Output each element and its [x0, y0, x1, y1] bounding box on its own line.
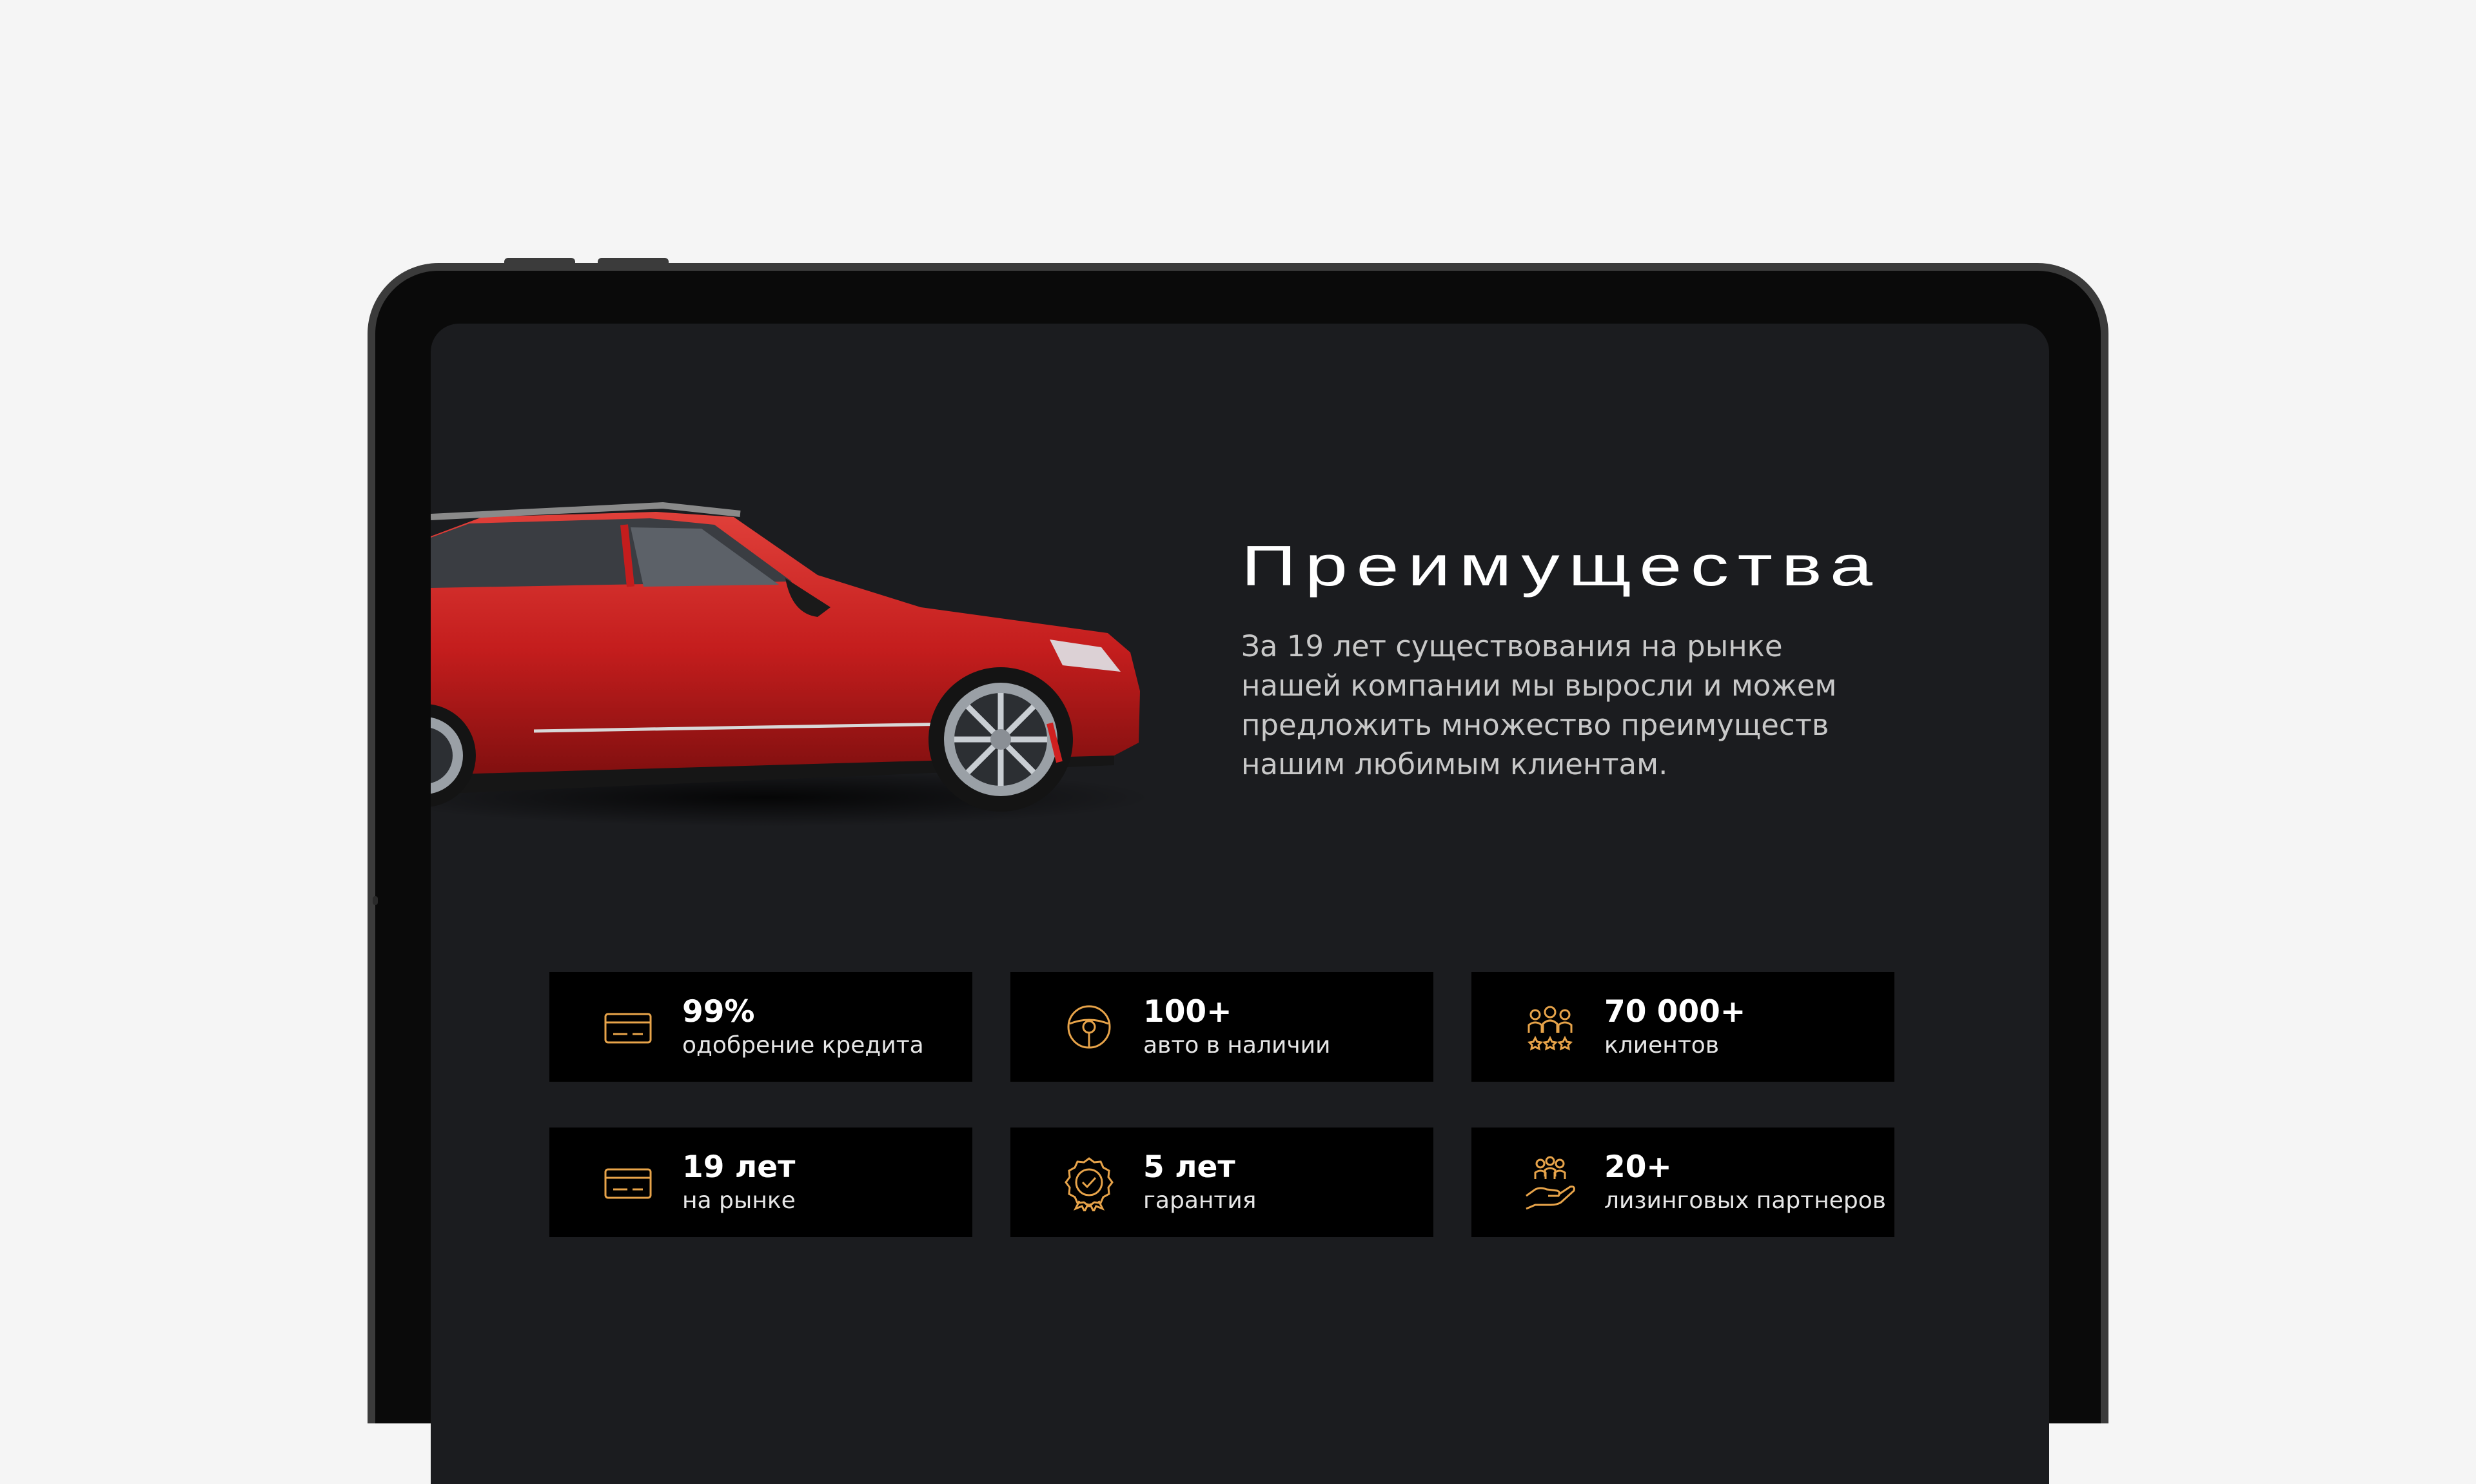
stat-value: 99%: [682, 994, 755, 1030]
stat-value: 100+: [1143, 994, 1232, 1030]
stat-card-warranty: 5 лет гарантия: [1010, 1128, 1433, 1237]
stat-label: клиентов: [1604, 1032, 1720, 1059]
stat-value: 70 000+: [1604, 994, 1746, 1030]
steering-wheel-icon: [1050, 988, 1128, 1066]
stat-label: авто в наличии: [1143, 1032, 1331, 1059]
stat-label: гарантия: [1143, 1187, 1257, 1214]
stat-value: 20+: [1604, 1149, 1672, 1185]
credit-card-icon: [589, 1144, 667, 1221]
side-sensor: [373, 896, 378, 905]
stat-label: на рынке: [682, 1187, 796, 1214]
partners-hand-icon: [1511, 1144, 1589, 1221]
stat-label: одобрение кредита: [682, 1032, 924, 1059]
stat-card-clients: 70 000+ клиентов: [1471, 972, 1894, 1082]
credit-card-icon: [589, 988, 667, 1066]
stat-card-years: 19 лет на рынке: [549, 1128, 972, 1237]
power-button: [598, 258, 669, 264]
section-title: Преимущества: [1241, 534, 1882, 598]
stat-card-credit: 99% одобрение кредита: [549, 972, 972, 1082]
stat-label: лизинговых партнеров: [1604, 1187, 1887, 1214]
warranty-badge-icon: [1050, 1144, 1128, 1221]
car-image: [431, 502, 1146, 826]
stat-card-cars: 100+ авто в наличии: [1010, 972, 1433, 1082]
clients-rating-icon: [1511, 988, 1589, 1066]
stat-value: 5 лет: [1143, 1149, 1235, 1185]
section-description: За 19 лет существования на рынке нашей к…: [1241, 629, 1837, 781]
tablet-frame: Преимущества За 19 лет существования на …: [368, 258, 2108, 1484]
screen: Преимущества За 19 лет существования на …: [431, 324, 2049, 1484]
stat-value: 19 лет: [682, 1149, 796, 1185]
volume-button: [504, 258, 575, 264]
stat-card-partners: 20+ лизинговых партнеров: [1471, 1128, 1894, 1237]
